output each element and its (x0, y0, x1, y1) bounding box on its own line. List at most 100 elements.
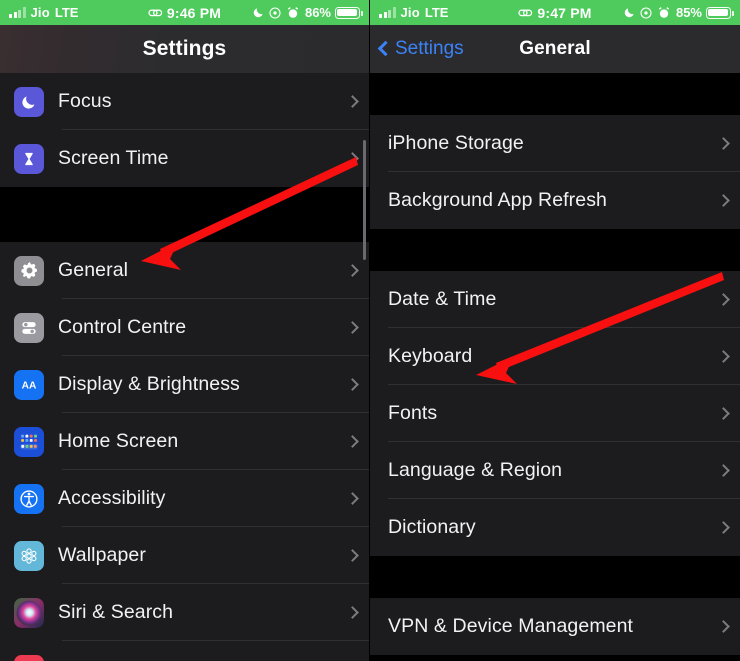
chevron-right-icon (717, 137, 730, 150)
sidebar-item-screen-time[interactable]: Screen Time (0, 130, 369, 187)
battery-percentage-label: 85% (675, 5, 702, 20)
list-item-fonts[interactable]: Fonts (370, 385, 740, 442)
chevron-right-icon (346, 492, 359, 505)
status-bar-left-group: Jio LTE (9, 5, 78, 20)
chevron-right-icon (346, 95, 359, 108)
battery-percentage-label: 86% (304, 5, 331, 20)
chevron-right-icon (717, 620, 730, 633)
list-item-label: Dictionary (388, 516, 476, 538)
general-group-3: VPN & Device Management (370, 598, 740, 655)
focus-moon-icon (14, 86, 44, 117)
chevron-right-icon (346, 264, 359, 277)
list-item-date-time[interactable]: Date & Time (370, 271, 740, 328)
siri-orb-icon (14, 597, 44, 628)
general-group-2: Date & Time Keyboard Fonts Language & Re… (370, 271, 740, 556)
carrier-label: Jio (30, 5, 50, 20)
touch-id-fingerprint-icon (14, 654, 44, 661)
left-screenshot-settings-list: Jio LTE 9:46 PM 86% Settings Focus Scree… (0, 0, 370, 661)
status-bar-right: Jio LTE 9:47 PM 85% (370, 0, 740, 25)
signal-bars-icon (9, 7, 26, 18)
list-item-label: VPN & Device Management (388, 615, 634, 637)
sidebar-item-label: Screen Time (58, 147, 169, 169)
clock-label: 9:47 PM (537, 4, 592, 21)
accessibility-person-icon (14, 483, 44, 514)
section-gap (370, 229, 740, 271)
network-type-label: LTE (54, 5, 79, 20)
list-item-label: Background App Refresh (388, 189, 608, 211)
sidebar-item-control-centre[interactable]: Control Centre (0, 299, 369, 356)
list-item-label: Keyboard (388, 345, 473, 367)
status-bar-left-group: Jio LTE (379, 5, 448, 20)
page-title: Settings (142, 37, 227, 60)
wallpaper-flower-icon (14, 540, 44, 571)
control-centre-toggles-icon (14, 312, 44, 343)
chevron-right-icon (717, 194, 730, 207)
settings-group-2: General Control Centre AA Display & Brig… (0, 242, 369, 661)
battery-icon (335, 6, 363, 19)
list-item-iphone-storage[interactable]: iPhone Storage (370, 115, 740, 172)
general-group-1: iPhone Storage Background App Refresh (370, 115, 740, 229)
back-button[interactable]: Settings (377, 25, 464, 73)
network-type-label: LTE (424, 5, 449, 20)
sidebar-item-focus[interactable]: Focus (0, 73, 369, 130)
chevron-right-icon (346, 321, 359, 334)
sidebar-item-display-brightness[interactable]: AA Display & Brightness (0, 356, 369, 413)
sidebar-item-touch-id-passcode[interactable]: Touch ID & Passcode (0, 641, 369, 661)
sidebar-item-label: Display & Brightness (58, 373, 240, 395)
display-brightness-aa-icon: AA (14, 369, 44, 400)
settings-group-1: Focus Screen Time (0, 73, 369, 187)
section-gap (370, 556, 740, 598)
signal-bars-icon (379, 7, 396, 18)
sidebar-item-home-screen[interactable]: Home Screen (0, 413, 369, 470)
dual-screenshot-comparison: Jio LTE 9:46 PM 86% Settings Focus Scree… (0, 0, 740, 661)
list-item-background-app-refresh[interactable]: Background App Refresh (370, 172, 740, 229)
sidebar-item-label: Accessibility (58, 487, 166, 509)
vertical-scrollbar[interactable] (363, 140, 366, 260)
settings-list-left[interactable]: Focus Screen Time General Control Centre… (0, 73, 369, 661)
chevron-right-icon (346, 152, 359, 165)
alarm-clock-icon (658, 6, 672, 19)
crescent-moon-icon (624, 6, 636, 20)
sidebar-item-wallpaper[interactable]: Wallpaper (0, 527, 369, 584)
status-bar-right-group: 85% (624, 5, 734, 20)
status-bar-right-group: 86% (253, 5, 363, 20)
list-item-dictionary[interactable]: Dictionary (370, 499, 740, 556)
nav-bar-right: Settings General (370, 25, 740, 73)
rotation-lock-icon (640, 6, 654, 19)
list-item-language-region[interactable]: Language & Region (370, 442, 740, 499)
list-item-label: iPhone Storage (388, 132, 524, 154)
screen-time-hourglass-icon (14, 143, 44, 174)
back-button-label: Settings (395, 38, 464, 59)
chevron-right-icon (346, 435, 359, 448)
svg-text:AA: AA (22, 381, 37, 392)
status-bar-left: Jio LTE 9:46 PM 86% (0, 0, 369, 25)
sidebar-item-accessibility[interactable]: Accessibility (0, 470, 369, 527)
chevron-right-icon (717, 464, 730, 477)
chevron-right-icon (717, 293, 730, 306)
section-gap (0, 187, 369, 242)
settings-list-right[interactable]: iPhone Storage Background App Refresh Da… (370, 73, 740, 655)
sidebar-item-label: General (58, 259, 129, 281)
nav-bar-left: Settings (0, 25, 369, 73)
sidebar-item-label: Siri & Search (58, 601, 174, 623)
chevron-right-icon (717, 407, 730, 420)
sidebar-item-label: Home Screen (58, 430, 179, 452)
sidebar-item-general[interactable]: General (0, 242, 369, 299)
section-gap (370, 73, 740, 115)
list-item-vpn-device-management[interactable]: VPN & Device Management (370, 598, 740, 655)
chevron-right-icon (717, 350, 730, 363)
list-item-label: Fonts (388, 402, 438, 424)
link-icon (148, 7, 163, 19)
alarm-clock-icon (287, 6, 301, 19)
clock-label: 9:46 PM (166, 4, 222, 21)
chevron-right-icon (346, 549, 359, 562)
general-gear-icon (14, 255, 44, 286)
sidebar-item-siri-search[interactable]: Siri & Search (0, 584, 369, 641)
crescent-moon-icon (253, 6, 265, 20)
sidebar-item-label: Wallpaper (58, 544, 146, 566)
chevron-right-icon (717, 521, 730, 534)
link-icon (518, 7, 533, 19)
battery-icon (706, 6, 734, 19)
list-item-keyboard[interactable]: Keyboard (370, 328, 740, 385)
list-item-label: Date & Time (388, 288, 497, 310)
